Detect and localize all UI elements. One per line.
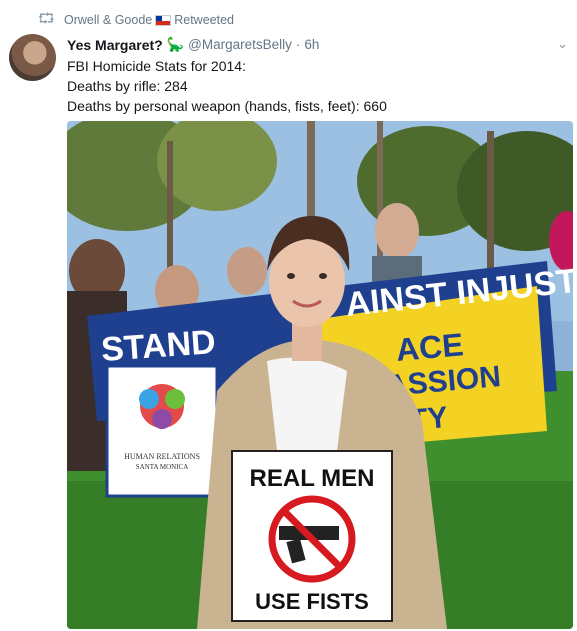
retweeted-label: Retweeted bbox=[174, 13, 234, 27]
avatar[interactable] bbox=[9, 34, 56, 81]
org-city-text: SANTA MONICA bbox=[136, 463, 189, 471]
sign-top-text: REAL MEN bbox=[250, 465, 375, 492]
tweet-photo[interactable]: HUMAN RELATIONS SANTA MONICA STAND AINST… bbox=[67, 121, 573, 629]
user-handle[interactable]: @MargaretsBelly bbox=[188, 37, 292, 52]
tweet-line: Deaths by personal weapon (hands, fists,… bbox=[67, 98, 387, 114]
dinosaur-emoji-icon: 🦕 bbox=[166, 36, 185, 52]
retweeter-name[interactable]: Orwell & Goode bbox=[64, 13, 152, 27]
retweet-icon: ⮔ bbox=[38, 10, 55, 26]
display-name[interactable]: Yes Margaret? bbox=[67, 37, 163, 53]
chile-flag-icon bbox=[155, 14, 172, 26]
tweet-line: Deaths by rifle: 284 bbox=[67, 78, 188, 94]
chevron-down-icon[interactable]: ⌄ bbox=[557, 36, 568, 52]
tweet-text: FBI Homicide Stats for 2014: Deaths by r… bbox=[67, 56, 387, 116]
tweet-line: FBI Homicide Stats for 2014: bbox=[67, 58, 246, 74]
banner-right-text-1: ACE bbox=[394, 326, 464, 368]
org-name-text: HUMAN RELATIONS bbox=[124, 452, 200, 461]
banner-left-text: STAND bbox=[100, 323, 217, 369]
tweet-header: Yes Margaret? 🦕 @MargaretsBelly · 6h bbox=[67, 36, 319, 53]
separator-dot: · bbox=[295, 37, 301, 52]
sign-bottom-text: USE FISTS bbox=[255, 589, 369, 614]
retweet-context: ⮔ Orwell & Goode Retweeted bbox=[38, 10, 234, 29]
timestamp[interactable]: 6h bbox=[304, 37, 319, 52]
protest-photo-illustration: HUMAN RELATIONS SANTA MONICA STAND AINST… bbox=[67, 121, 573, 629]
